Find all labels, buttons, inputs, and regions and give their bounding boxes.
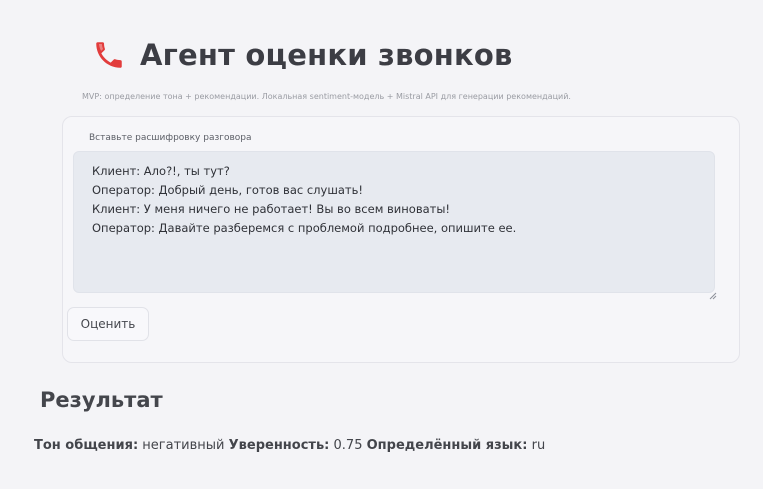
result-summary: Тон общения: негативный Уверенность: 0.7… bbox=[34, 438, 545, 453]
tone-value: негативный bbox=[142, 438, 225, 453]
confidence-value: 0.75 bbox=[333, 438, 363, 453]
transcript-textarea[interactable]: Клиент: Ало?!, ты тут? Оператор: Добрый … bbox=[73, 151, 715, 293]
page-subtitle: MVP: определение тона + рекомендации. Ло… bbox=[82, 92, 571, 101]
language-label: Определённый язык: bbox=[366, 438, 528, 453]
result-heading: Результат bbox=[40, 388, 163, 412]
resize-handle-icon[interactable] bbox=[708, 285, 717, 300]
confidence-label: Уверенность: bbox=[228, 438, 330, 453]
input-card: Вставьте расшифровку разговора Клиент: А… bbox=[62, 116, 740, 363]
evaluate-button[interactable]: Оценить bbox=[67, 307, 149, 341]
tone-label: Тон общения: bbox=[34, 438, 139, 453]
page-header: Агент оценки звонков bbox=[88, 34, 513, 76]
phone-icon bbox=[88, 34, 130, 76]
language-value: ru bbox=[531, 438, 546, 453]
transcript-label: Вставьте расшифровку разговора bbox=[89, 133, 252, 143]
page-title: Агент оценки звонков bbox=[140, 38, 513, 72]
